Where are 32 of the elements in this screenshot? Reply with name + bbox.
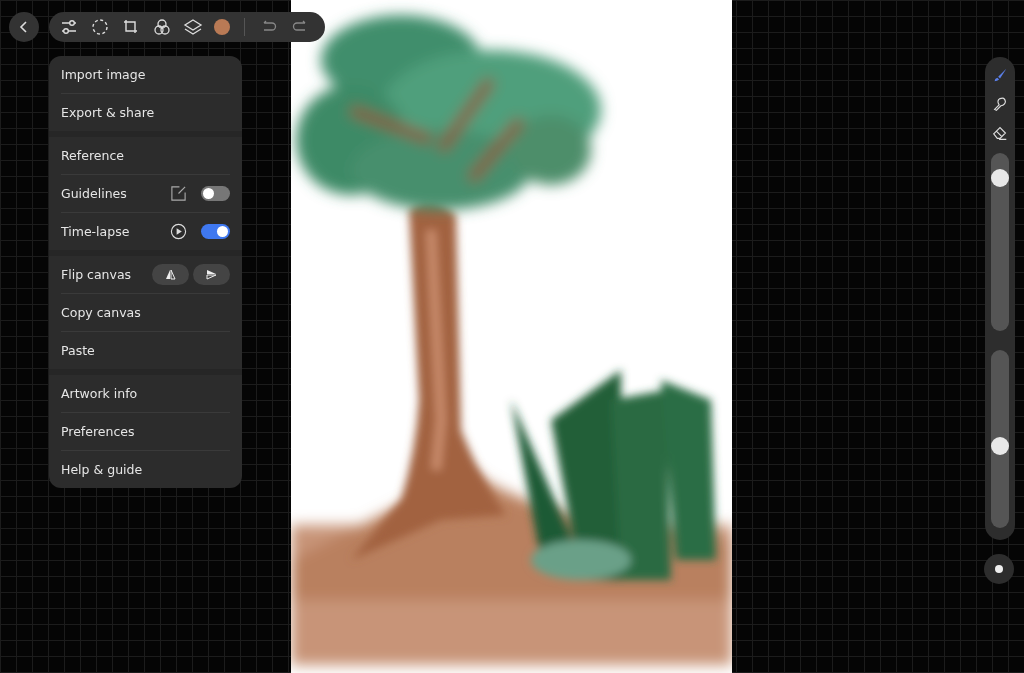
color-swatch[interactable] — [214, 19, 230, 35]
slider-thumb[interactable] — [991, 168, 1009, 187]
flip-vertical-button[interactable] — [193, 264, 230, 285]
eraser-icon[interactable] — [991, 124, 1009, 142]
flip-vertical-icon — [206, 269, 217, 280]
menu-item[interactable]: Artwork info — [61, 386, 230, 401]
selection-icon[interactable] — [90, 17, 110, 37]
chevron-left-icon — [19, 20, 29, 34]
play-icon[interactable] — [170, 223, 187, 240]
menu-item[interactable]: Help & guide — [61, 462, 230, 477]
menu-item[interactable]: Copy canvas — [61, 305, 230, 320]
menu-item[interactable]: Time-lapse — [61, 224, 162, 239]
brush-opacity-slider[interactable] — [991, 350, 1009, 528]
slider-thumb[interactable] — [991, 436, 1009, 455]
layers-icon[interactable] — [183, 17, 203, 37]
menu-item[interactable]: Import image — [61, 67, 230, 82]
color-picker-button[interactable] — [984, 554, 1014, 584]
flip-horizontal-button[interactable] — [152, 264, 189, 285]
blend-icon[interactable] — [152, 17, 172, 37]
menu-item[interactable]: Export & share — [61, 105, 230, 120]
toggle-switch[interactable] — [201, 224, 230, 239]
menu-item[interactable]: Paste — [61, 343, 230, 358]
brush-size-slider[interactable] — [991, 153, 1009, 331]
back-button[interactable] — [9, 12, 39, 42]
flip-horizontal-icon — [165, 269, 176, 280]
edit-icon[interactable] — [170, 185, 187, 202]
toggle-switch[interactable] — [201, 186, 230, 201]
menu-item[interactable]: Reference — [61, 148, 230, 163]
adjustments-icon[interactable] — [59, 17, 79, 37]
menu-item[interactable]: Flip canvas — [61, 267, 148, 282]
menu-item[interactable]: Preferences — [61, 424, 230, 439]
menu-item[interactable]: Guidelines — [61, 186, 162, 201]
